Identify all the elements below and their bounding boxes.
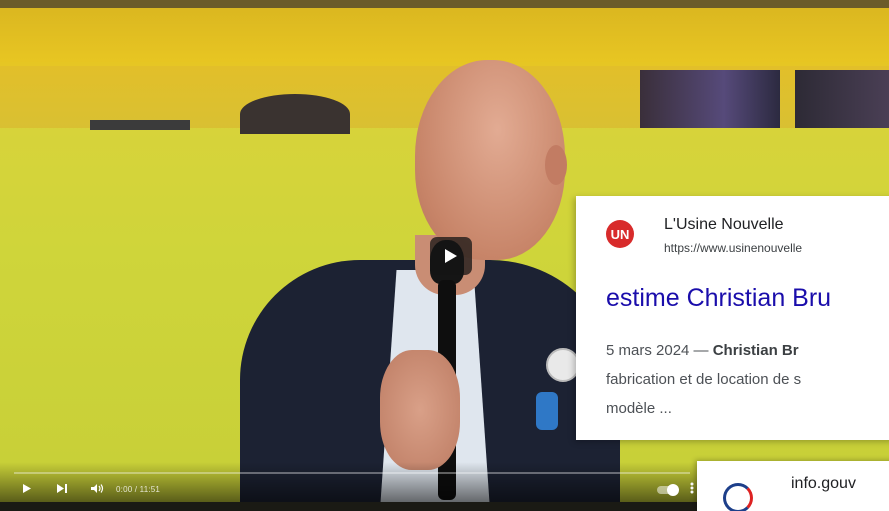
lapel-badge	[536, 392, 558, 430]
play-icon	[445, 249, 457, 263]
speaker-ear	[545, 145, 567, 185]
speaker-head	[415, 60, 565, 260]
snippet-line: fabrication et de location de s	[606, 371, 802, 388]
background-screen	[640, 70, 780, 128]
result-title-link[interactable]: estime Christian Bru	[606, 284, 831, 313]
more-button[interactable]	[690, 482, 694, 497]
background-bar	[90, 120, 190, 130]
volume-button[interactable]	[90, 482, 104, 497]
progress-bar[interactable]	[14, 472, 690, 474]
skip-next-icon	[57, 484, 67, 493]
snippet-date: 5 mars 2024 —	[606, 342, 713, 359]
search-result-card[interactable]: UN L'Usine Nouvelle https://www.usinenou…	[576, 196, 889, 440]
lapel-pin	[546, 348, 580, 382]
play-icon	[23, 484, 31, 493]
more-icon	[690, 482, 694, 494]
video-controls: 0:00 / 11:51	[0, 462, 700, 502]
site-logo	[723, 483, 753, 511]
site-name: info.gouv	[791, 475, 856, 492]
search-result-card-2[interactable]: info.gouv	[697, 461, 889, 511]
play-button[interactable]	[22, 482, 32, 497]
center-play-button[interactable]	[430, 237, 472, 275]
background-screen	[795, 70, 889, 128]
time-display: 0:00 / 11:51	[116, 485, 161, 494]
site-url[interactable]: https://www.usinenouvelle	[664, 241, 802, 255]
site-logo: UN	[606, 220, 634, 248]
snippet-line: 5 mars 2024 — Christian Br	[606, 336, 889, 365]
snippet-keyword: Christian Br	[712, 342, 799, 359]
speaker	[230, 60, 630, 502]
site-name: L'Usine Nouvelle	[664, 216, 784, 233]
result-snippet: 5 mars 2024 — Christian Br fabrication e…	[606, 336, 889, 423]
snippet-line: modèle ...	[606, 400, 672, 417]
video-top-edge	[0, 0, 889, 8]
next-button[interactable]	[56, 482, 68, 497]
autoplay-toggle[interactable]	[657, 484, 679, 496]
speaker-hand	[380, 350, 460, 470]
volume-icon	[91, 484, 104, 493]
